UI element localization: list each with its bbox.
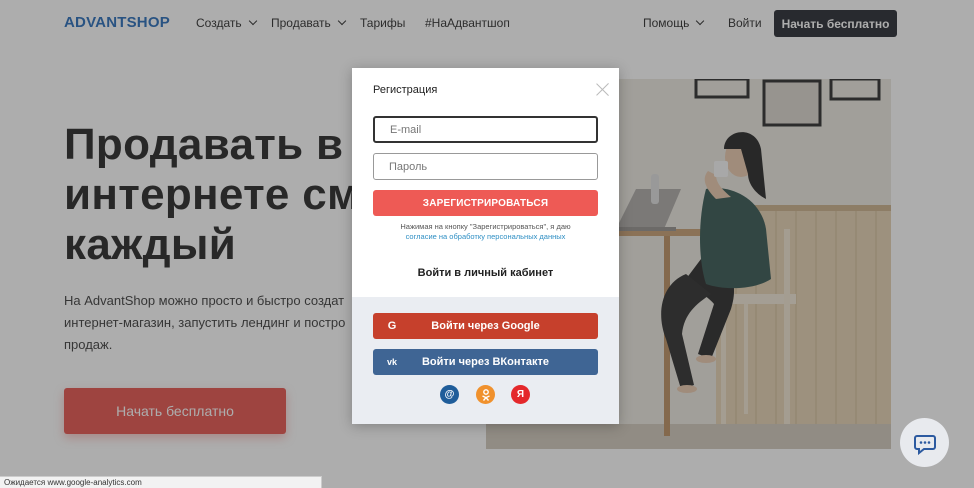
google-icon: G [387, 320, 397, 332]
odnoklassniki-icon [481, 388, 490, 401]
yandex-login-icon[interactable]: Я [511, 385, 530, 404]
mail-ru-login-icon[interactable]: @ [440, 385, 459, 404]
close-icon[interactable] [596, 82, 610, 96]
chat-icon [913, 434, 936, 455]
yandex-glyph: Я [516, 389, 525, 400]
vk-login-button[interactable]: vk Войти через ВКонтакте [373, 349, 598, 375]
email-field[interactable] [373, 116, 598, 143]
account-login-link[interactable]: Войти в личный кабинет [373, 267, 598, 279]
vk-icon: vk [386, 357, 397, 367]
consent-text: Нажимая на кнопку "Зарегистрироваться", … [400, 222, 571, 231]
social-login-panel: G Войти через Google vk Войти через ВКон… [352, 297, 619, 424]
google-login-button[interactable]: G Войти через Google [373, 313, 598, 339]
chat-widget-button[interactable] [900, 418, 949, 467]
register-button[interactable]: ЗАРЕГИСТРИРОВАТЬСЯ [373, 190, 598, 216]
consent-note: Нажимая на кнопку "Зарегистрироваться", … [373, 222, 598, 241]
registration-modal: Регистрация ЗАРЕГИСТРИРОВАТЬСЯ Нажимая н… [352, 68, 619, 424]
vk-login-label: Войти через ВКонтакте [421, 356, 550, 368]
consent-link[interactable]: согласие на обработку персональных данны… [406, 232, 566, 241]
odnoklassniki-login-icon[interactable] [476, 385, 495, 404]
modal-title: Регистрация [373, 84, 438, 96]
mail-ru-glyph: @ [444, 389, 455, 400]
password-field[interactable] [373, 153, 598, 180]
google-login-label: Войти через Google [431, 320, 540, 332]
browser-status-bar: Ожидается www.google-analytics.com [0, 476, 322, 488]
